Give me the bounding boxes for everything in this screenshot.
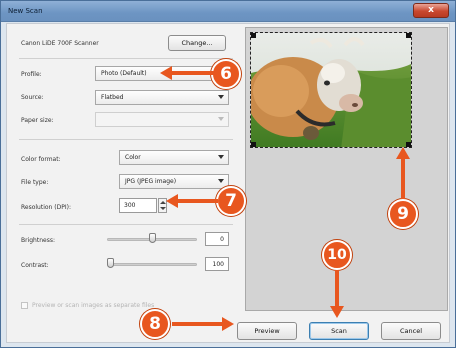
- brightness-input[interactable]: 0: [205, 232, 229, 246]
- resolution-value: 300: [124, 202, 136, 209]
- profile-value: Photo (Default): [101, 70, 147, 77]
- window-title: New Scan: [8, 7, 43, 15]
- chevron-down-icon: [218, 95, 224, 99]
- contrast-slider-thumb[interactable]: [107, 258, 114, 268]
- callout-10: 10: [322, 240, 352, 270]
- scan-area-selection[interactable]: [250, 32, 412, 148]
- contrast-slider[interactable]: [107, 263, 197, 266]
- color-format-label: Color format:: [21, 156, 61, 163]
- callout-arrow-9: [396, 147, 410, 199]
- divider: [19, 139, 233, 140]
- profile-label: Profile:: [21, 71, 42, 78]
- close-button[interactable]: x: [413, 3, 449, 18]
- brightness-label: Brightness:: [21, 237, 55, 244]
- color-format-select[interactable]: Color: [119, 150, 229, 165]
- contrast-value: 100: [212, 261, 224, 268]
- scanner-name: Canon LiDE 700F Scanner: [21, 40, 99, 47]
- close-icon: x: [428, 5, 434, 15]
- divider: [19, 224, 233, 225]
- chevron-down-icon: [218, 179, 224, 183]
- new-scan-window: New Scan x Canon LiDE 700F Scanner Chang…: [0, 0, 456, 348]
- callout-7: 7: [216, 186, 246, 216]
- chevron-down-icon: [218, 117, 224, 121]
- brightness-slider-thumb[interactable]: [148, 233, 156, 243]
- change-scanner-button[interactable]: Change...: [168, 35, 226, 51]
- source-label: Source:: [21, 94, 44, 101]
- paper-size-label: Paper size:: [21, 117, 54, 124]
- callout-arrow-10: [330, 270, 344, 318]
- callout-arrow-6: [160, 66, 214, 80]
- title-bar[interactable]: New Scan x: [1, 1, 455, 22]
- preview-button[interactable]: Preview: [237, 322, 297, 340]
- resolution-input[interactable]: 300: [119, 198, 157, 213]
- chevron-down-icon: [218, 155, 224, 159]
- source-value: Flatbed: [101, 94, 124, 101]
- crop-handle-bottom-left[interactable]: [251, 142, 256, 147]
- cancel-button[interactable]: Cancel: [381, 322, 441, 340]
- crop-handle-top-left[interactable]: [251, 33, 256, 38]
- paper-size-select: [95, 112, 229, 127]
- scan-button[interactable]: Scan: [309, 322, 369, 340]
- separate-files-checkbox[interactable]: [21, 302, 28, 309]
- crop-handle-top-right[interactable]: [406, 33, 411, 38]
- contrast-input[interactable]: 100: [205, 257, 229, 271]
- callout-8: 8: [140, 309, 170, 339]
- contrast-label: Contrast:: [21, 262, 49, 269]
- divider: [19, 58, 233, 59]
- file-type-value: JPG (JPEG image): [125, 178, 177, 185]
- cow-photo-preview: [251, 33, 411, 147]
- callout-arrow-7: [166, 194, 218, 208]
- source-select[interactable]: Flatbed: [95, 90, 229, 105]
- callout-arrow-8: [172, 317, 234, 331]
- callout-9: 9: [388, 199, 418, 229]
- resolution-label: Resolution (DPI):: [21, 204, 71, 211]
- file-type-label: File type:: [21, 179, 49, 186]
- brightness-value: 0: [220, 236, 224, 243]
- file-type-select[interactable]: JPG (JPEG image): [119, 174, 229, 189]
- callout-6: 6: [211, 59, 241, 89]
- preview-pane[interactable]: [245, 27, 448, 311]
- color-format-value: Color: [125, 154, 141, 161]
- separate-files-label: Preview or scan images as separate files: [32, 302, 155, 309]
